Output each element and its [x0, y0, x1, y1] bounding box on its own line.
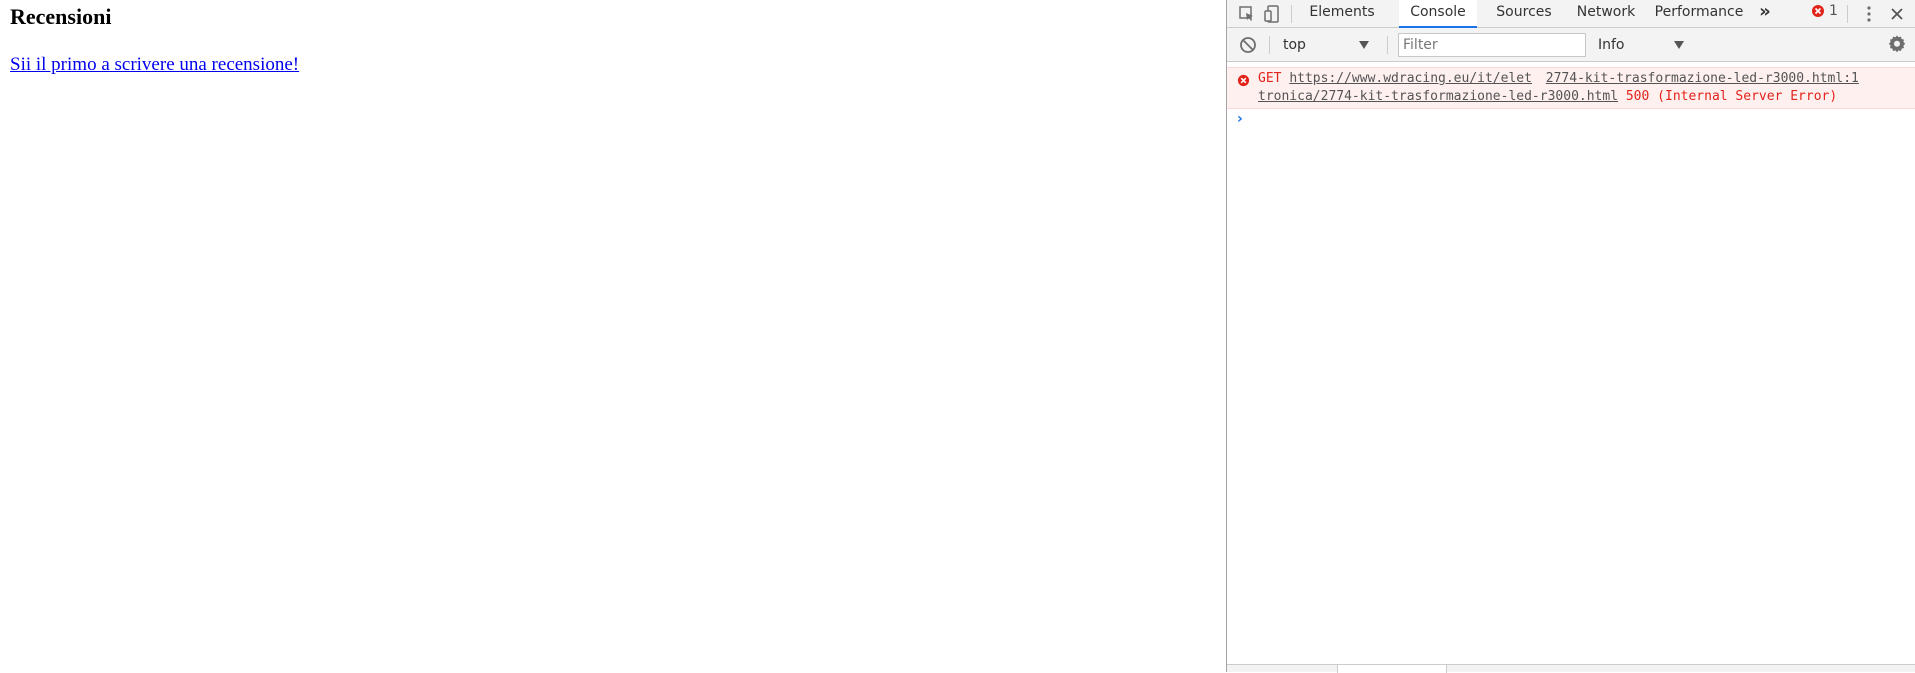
- chevron-down-icon: [1359, 41, 1369, 49]
- filter-input[interactable]: [1398, 33, 1586, 57]
- error-line-2: tronica/2774-kit-trasformazione-led-r300…: [1258, 88, 1837, 106]
- drawer-edge: [1227, 664, 1915, 673]
- status-text: 500 (Internal Server Error): [1625, 89, 1838, 104]
- toolbar-divider: [1269, 36, 1270, 54]
- tab-sources[interactable]: Sources: [1483, 0, 1565, 28]
- page-content: Recensioni Sii il primo a scrivere una r…: [0, 0, 1226, 672]
- http-method: GET: [1258, 71, 1282, 86]
- inspect-element-icon[interactable]: [1235, 2, 1259, 26]
- more-options-icon[interactable]: [1857, 2, 1881, 26]
- request-url-link[interactable]: https://www.wdracing.eu/it/elet: [1289, 71, 1532, 86]
- device-toolbar-icon[interactable]: [1261, 2, 1285, 26]
- source-location-link[interactable]: 2774-kit-trasformazione-led-r3000.html:1: [1546, 71, 1859, 86]
- error-line-1: GET https://www.wdracing.eu/it/elet 2774…: [1258, 70, 1859, 88]
- devtools-panel: Elements Console Sources Network Perform…: [1226, 0, 1915, 673]
- settings-gear-icon[interactable]: [1887, 34, 1907, 58]
- tab-console[interactable]: Console: [1399, 0, 1477, 28]
- toolbar-divider: [1291, 5, 1292, 23]
- write-review-link[interactable]: Sii il primo a scrivere una recensione!: [10, 54, 299, 76]
- error-count: 1: [1829, 3, 1838, 19]
- log-level-selector[interactable]: Info: [1592, 33, 1692, 57]
- clear-console-icon[interactable]: [1239, 36, 1257, 58]
- more-tabs-button[interactable]: »: [1753, 0, 1777, 28]
- tab-elements[interactable]: Elements: [1299, 0, 1385, 28]
- context-selector[interactable]: top: [1277, 33, 1377, 57]
- console-error-message: GET https://www.wdracing.eu/it/elet 2774…: [1227, 67, 1915, 109]
- toolbar-divider: [1387, 36, 1388, 54]
- tab-performance[interactable]: Performance: [1647, 0, 1751, 28]
- console-toolbar: top Info: [1227, 28, 1915, 62]
- request-url-link-continued[interactable]: tronica/2774-kit-trasformazione-led-r300…: [1258, 89, 1618, 104]
- error-counter[interactable]: 1: [1811, 3, 1838, 19]
- devtools-tabbar: Elements Console Sources Network Perform…: [1227, 0, 1915, 28]
- console-output: GET https://www.wdracing.eu/it/elet 2774…: [1227, 63, 1915, 663]
- tab-network[interactable]: Network: [1565, 0, 1647, 28]
- error-icon: [1237, 74, 1250, 91]
- toolbar-divider: [1847, 5, 1848, 23]
- close-icon[interactable]: [1885, 2, 1909, 26]
- page-title: Recensioni: [10, 4, 112, 29]
- log-level-value: Info: [1598, 37, 1625, 53]
- context-selector-value: top: [1283, 37, 1306, 53]
- error-icon: [1812, 5, 1824, 17]
- console-prompt-icon[interactable]: ›: [1237, 111, 1243, 127]
- chevron-down-icon: [1674, 41, 1684, 49]
